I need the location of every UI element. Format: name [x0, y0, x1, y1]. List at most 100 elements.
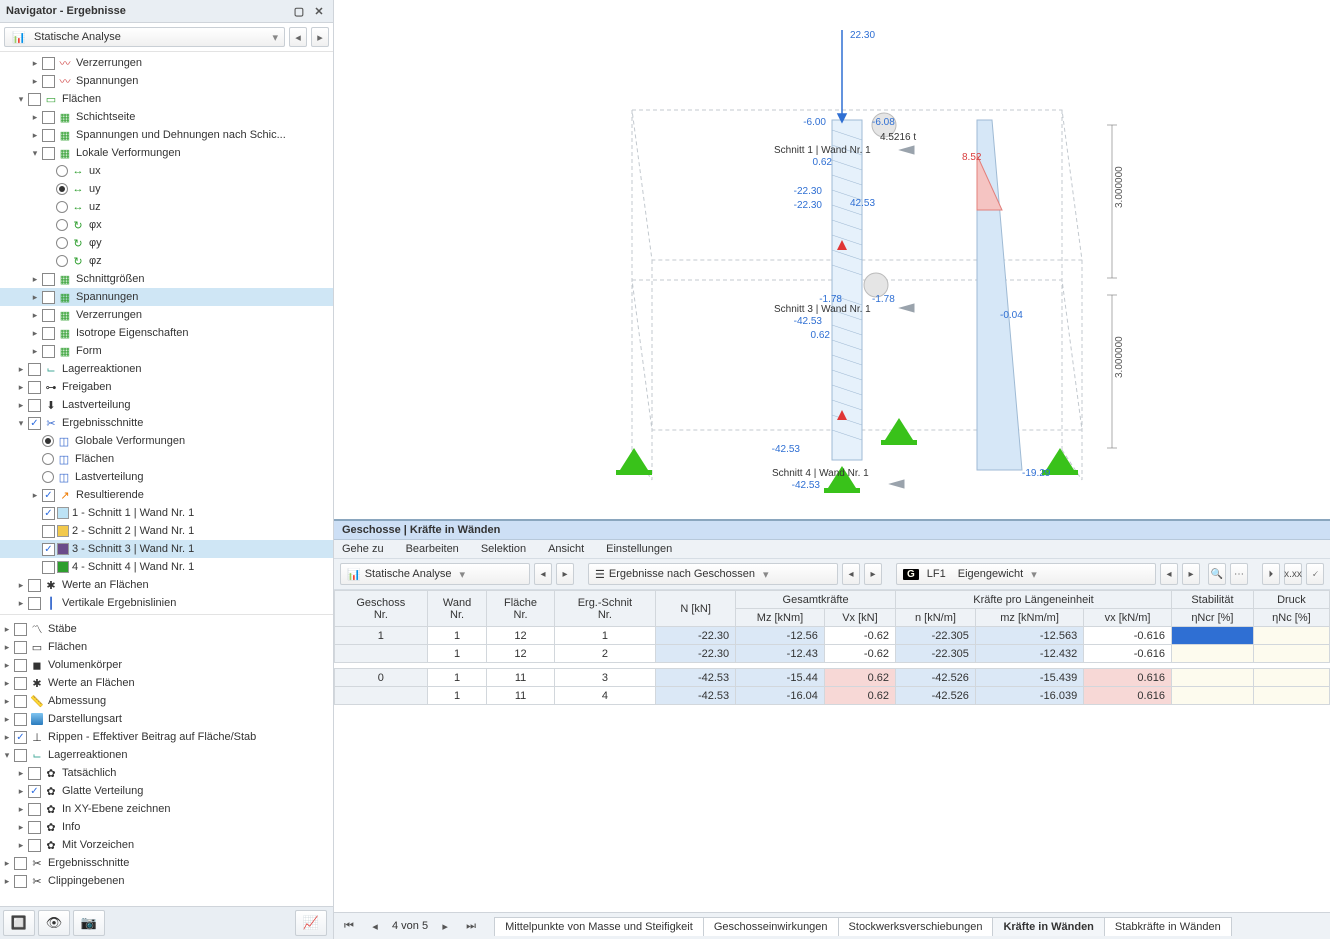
expand-toggle[interactable]	[28, 292, 42, 303]
tree-item[interactable]: Lastverteilung	[62, 399, 329, 411]
checkbox[interactable]	[14, 695, 27, 708]
checkbox[interactable]	[42, 345, 55, 358]
checkbox[interactable]	[42, 309, 55, 322]
tree-item[interactable]: Glatte Verteilung	[62, 785, 329, 797]
menu-selection[interactable]: Selektion	[481, 543, 526, 555]
tree-item[interactable]: Werte an Flächen	[62, 579, 329, 591]
checkbox[interactable]	[42, 273, 55, 286]
expand-toggle[interactable]	[14, 804, 28, 815]
checkbox[interactable]	[28, 399, 41, 412]
radio[interactable]	[42, 471, 54, 483]
tree-item[interactable]: ux	[89, 165, 329, 177]
table-row[interactable]: 1122-22.30-12.43-0.62-22.305-12.432-0.61…	[335, 645, 1330, 663]
radio[interactable]	[56, 237, 68, 249]
tool-button-eye[interactable]: 👁	[38, 910, 70, 936]
tree-item[interactable]: Verzerrungen	[76, 57, 329, 69]
expand-toggle[interactable]	[28, 328, 42, 339]
expand-toggle[interactable]	[0, 750, 14, 761]
tool-button-diagram[interactable]: 📈	[295, 910, 327, 936]
expand-toggle[interactable]	[28, 76, 42, 87]
prev-record[interactable]: ◂	[366, 916, 384, 936]
tree-item[interactable]: Freigaben	[62, 381, 329, 393]
options-button[interactable]: ⋯	[1230, 563, 1248, 585]
tree-item[interactable]: Globale Verformungen	[75, 435, 329, 447]
next-analysis-button[interactable]: ▸	[311, 27, 329, 47]
checkbox[interactable]	[42, 543, 55, 556]
checkbox[interactable]	[14, 731, 27, 744]
menu-settings[interactable]: Einstellungen	[606, 543, 672, 555]
checkbox[interactable]	[42, 507, 55, 520]
tree-item[interactable]: Rippen - Effektiver Beitrag auf Fläche/S…	[48, 731, 329, 743]
tab-wall-forces[interactable]: Kräfte in Wänden	[992, 917, 1104, 936]
expand-toggle[interactable]	[28, 310, 42, 321]
checkbox[interactable]	[42, 327, 55, 340]
export-button[interactable]: 🞂	[1262, 563, 1280, 585]
tree-item[interactable]: Ergebnisschnitte	[62, 417, 329, 429]
checkbox[interactable]	[42, 147, 55, 160]
filter-button[interactable]: 🔍	[1208, 563, 1226, 585]
tree-item[interactable]: Lokale Verformungen	[76, 147, 329, 159]
tree-item[interactable]: φy	[89, 237, 329, 249]
groupby-dropdown[interactable]: ☰ Ergebnisse nach Geschossen ▾	[588, 563, 838, 585]
menu-edit[interactable]: Bearbeiten	[406, 543, 459, 555]
tree-item[interactable]: Spannungen und Dehnungen nach Schic...	[76, 129, 329, 141]
expand-toggle[interactable]	[28, 490, 42, 501]
tab-bar-forces[interactable]: Stabkräfte in Wänden	[1104, 917, 1232, 936]
tree-item[interactable]: 3 - Schnitt 3 | Wand Nr. 1	[72, 543, 329, 555]
expand-toggle[interactable]	[14, 400, 28, 411]
radio[interactable]	[56, 165, 68, 177]
tree-item[interactable]: Abmessung	[48, 695, 329, 707]
radio[interactable]	[56, 201, 68, 213]
tree-item[interactable]: Isotrope Eigenschaften	[76, 327, 329, 339]
prev-analysis-button[interactable]: ◂	[289, 27, 307, 47]
tree-item[interactable]: Vertikale Ergebnislinien	[62, 597, 329, 609]
analysis-dropdown[interactable]: 📊 Statische Analyse ▾	[340, 563, 530, 585]
checkbox[interactable]	[42, 291, 55, 304]
next-button[interactable]: ▸	[864, 563, 882, 585]
tree-item[interactable]: Clippingebenen	[48, 875, 329, 887]
expand-toggle[interactable]	[14, 364, 28, 375]
results-grid[interactable]: GeschossNr. WandNr. FlächeNr. Erg.-Schni…	[334, 590, 1330, 912]
checkbox[interactable]	[14, 677, 27, 690]
expand-toggle[interactable]	[28, 148, 42, 159]
radio[interactable]	[56, 219, 68, 231]
tree-item[interactable]: Lagerreaktionen	[62, 363, 329, 375]
checkbox[interactable]	[28, 785, 41, 798]
next-record[interactable]: ▸	[436, 916, 454, 936]
tree-item[interactable]: 2 - Schnitt 2 | Wand Nr. 1	[72, 525, 329, 537]
tree-item[interactable]: 4 - Schnitt 4 | Wand Nr. 1	[72, 561, 329, 573]
prev-button[interactable]: ◂	[842, 563, 860, 585]
checkbox[interactable]	[42, 561, 55, 574]
tree-item[interactable]: Flächen	[62, 93, 329, 105]
checkbox[interactable]	[28, 767, 41, 780]
tree-item[interactable]: Flächen	[75, 453, 329, 465]
table-row[interactable]: 1114-42.53-16.040.62-42.526-16.0390.616	[335, 687, 1330, 705]
radio[interactable]	[56, 183, 68, 195]
checkbox[interactable]	[14, 857, 27, 870]
expand-toggle[interactable]	[28, 112, 42, 123]
tree-item[interactable]: Ergebnisschnitte	[48, 857, 329, 869]
checkbox[interactable]	[28, 417, 41, 430]
tree-item[interactable]: Volumenkörper	[48, 659, 329, 671]
checkbox[interactable]	[42, 57, 55, 70]
checkbox[interactable]	[28, 597, 41, 610]
menu-view[interactable]: Ansicht	[548, 543, 584, 555]
checkbox[interactable]	[42, 129, 55, 142]
expand-toggle[interactable]	[28, 346, 42, 357]
expand-toggle[interactable]	[14, 382, 28, 393]
checkbox[interactable]	[14, 641, 27, 654]
expand-toggle[interactable]	[28, 274, 42, 285]
navigator-tree[interactable]: 〰Verzerrungen 〰Spannungen ▭Flächen ▦Schi…	[0, 52, 333, 906]
checkbox[interactable]	[14, 749, 27, 762]
expand-toggle[interactable]	[0, 678, 14, 689]
tree-item[interactable]: Stäbe	[48, 623, 329, 635]
apply-button[interactable]: 🗸	[1306, 563, 1324, 585]
tree-item[interactable]: Lagerreaktionen	[48, 749, 329, 761]
expand-toggle[interactable]	[0, 624, 14, 635]
next-button[interactable]: ▸	[556, 563, 574, 585]
radio[interactable]	[56, 255, 68, 267]
tree-item[interactable]: Lastverteilung	[75, 471, 329, 483]
tree-item[interactable]: φz	[89, 255, 329, 267]
prev-button[interactable]: ◂	[534, 563, 552, 585]
expand-toggle[interactable]	[14, 580, 28, 591]
